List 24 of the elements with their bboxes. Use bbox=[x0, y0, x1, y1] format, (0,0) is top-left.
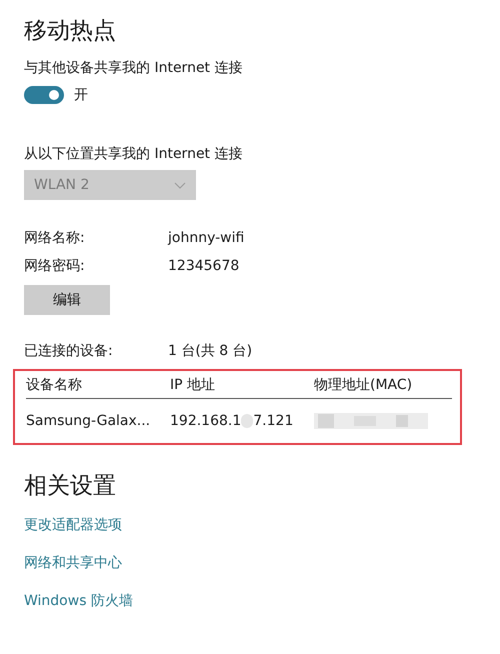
source-label: 从以下位置共享我的 Internet 连接 bbox=[24, 145, 244, 164]
settings-link[interactable]: Windows 防火墙 bbox=[24, 591, 133, 611]
column-header: 设备名称 bbox=[26, 376, 82, 394]
column-header: IP 地址 bbox=[170, 376, 216, 394]
settings-link[interactable]: 更改适配器选项 bbox=[24, 515, 122, 535]
edit-button[interactable]: 编辑 bbox=[24, 285, 110, 315]
blurred-region bbox=[241, 414, 254, 428]
field-label: 已连接的设备: bbox=[24, 342, 114, 361]
page-title: 移动热点 bbox=[24, 17, 117, 46]
settings-link[interactable]: 网络和共享中心 bbox=[24, 553, 122, 573]
share-label: 与其他设备共享我的 Internet 连接 bbox=[24, 59, 244, 78]
toggle-label: 开 bbox=[74, 86, 88, 104]
field-label: 网络密码: bbox=[24, 257, 86, 276]
chevron-down-icon bbox=[174, 182, 186, 188]
section-title: 相关设置 bbox=[24, 472, 117, 501]
table-cell: Samsung-Galax... bbox=[26, 413, 150, 429]
field-value: johnny-wifi bbox=[168, 229, 246, 248]
field-value: 1 台(共 8 台) bbox=[168, 342, 254, 361]
field-value: 12345678 bbox=[168, 257, 240, 276]
ip-text: 192.168.1 bbox=[170, 413, 242, 429]
ip-text: 7.121 bbox=[253, 413, 294, 429]
field-label: 网络名称: bbox=[24, 229, 86, 248]
column-header: 物理地址(MAC) bbox=[314, 376, 412, 394]
toggle-switch[interactable] bbox=[24, 86, 64, 104]
